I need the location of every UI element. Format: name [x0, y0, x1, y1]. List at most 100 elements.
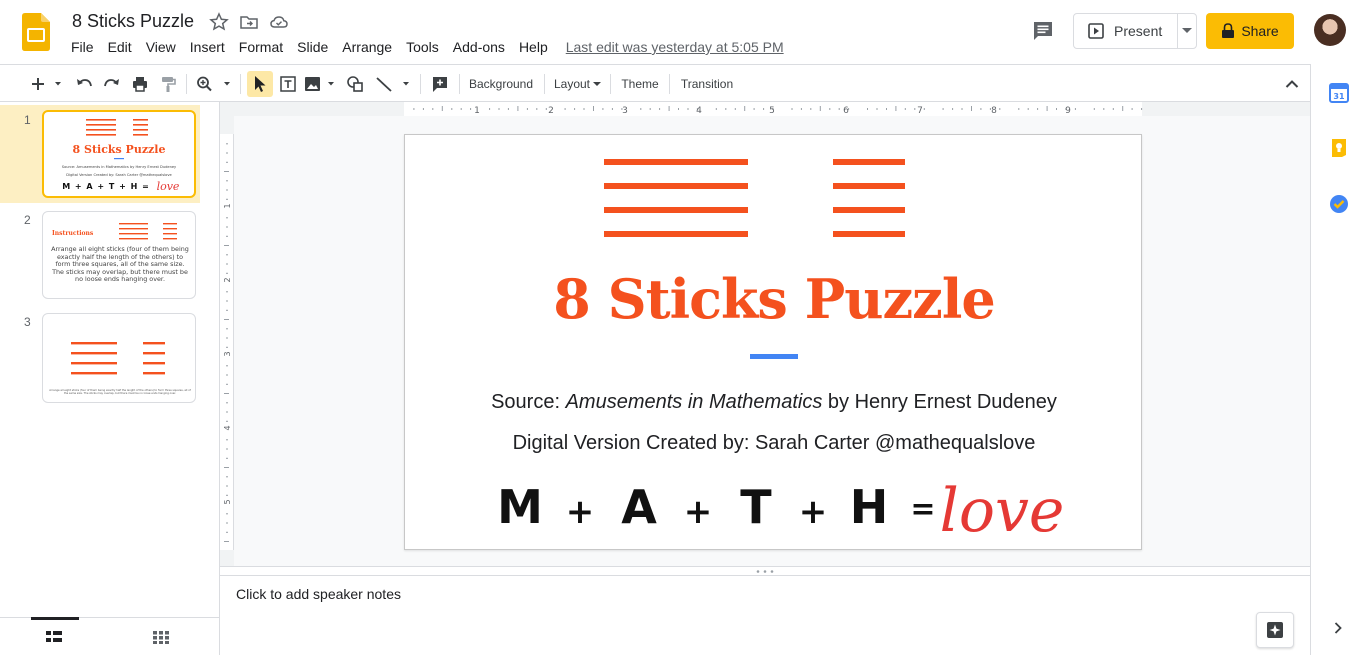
- ruler-label: 4: [223, 425, 232, 430]
- menu-help[interactable]: Help: [512, 37, 555, 57]
- speaker-notes-placeholder[interactable]: Click to add speaker notes: [236, 586, 401, 602]
- thumb-source: Source: Amusements in Mathematics by Hen…: [62, 165, 177, 169]
- insert-image-button[interactable]: [302, 71, 340, 97]
- ruler-tick: [470, 108, 472, 110]
- slide-source-text[interactable]: Source: Amusements in Mathematics by Hen…: [405, 391, 1143, 414]
- keep-icon[interactable]: [1328, 137, 1350, 159]
- filmstrip-slide-1[interactable]: 1 8 Sticks Puzzle Source: Amusements in …: [0, 105, 200, 203]
- svg-text:31: 31: [1333, 92, 1345, 101]
- menu-file[interactable]: File: [64, 37, 101, 57]
- ruler-tick: [1074, 108, 1076, 110]
- ruler-tick: [999, 108, 1001, 110]
- present-options-button[interactable]: [1178, 14, 1196, 48]
- sticks-graphic[interactable]: [405, 135, 1143, 255]
- filmstrip-slide-3[interactable]: 3 Arrange all eight sticks (four of them…: [0, 309, 200, 407]
- ruler-tick: [224, 245, 229, 246]
- redo-button[interactable]: [100, 71, 124, 97]
- plus-sign: +: [799, 492, 828, 532]
- slide-title[interactable]: 8 Sticks Puzzle: [405, 267, 1143, 331]
- transition-label: Transition: [680, 77, 734, 91]
- ruler-tick: [895, 106, 897, 111]
- thumb-heading: Instructions: [52, 230, 94, 237]
- tasks-icon[interactable]: [1328, 193, 1350, 215]
- vertical-ruler[interactable]: 1 2 3 4 5: [220, 116, 234, 566]
- print-button[interactable]: [128, 71, 152, 97]
- cloud-status-icon[interactable]: [269, 12, 289, 32]
- paint-format-button[interactable]: [156, 71, 180, 97]
- ruler-tick: [971, 106, 972, 111]
- source-prefix: Source:: [491, 391, 566, 413]
- background-button[interactable]: Background: [463, 71, 539, 97]
- ruler-tick: [489, 108, 491, 110]
- ruler-tick: [226, 439, 228, 441]
- ruler-tick: [715, 108, 717, 110]
- text-box-button[interactable]: [276, 71, 300, 97]
- undo-button[interactable]: [72, 71, 96, 97]
- plus-sign: +: [566, 492, 595, 532]
- ruler-tick: [725, 108, 727, 110]
- select-tool-button[interactable]: [247, 71, 273, 97]
- slide-thumbnail[interactable]: Instructions Arrange all eight sticks (f…: [42, 211, 196, 299]
- cursor-icon: [255, 76, 266, 92]
- menu-tools[interactable]: Tools: [399, 37, 446, 57]
- speaker-notes-panel[interactable]: Click to add speaker notes: [220, 576, 1310, 655]
- shape-button[interactable]: [342, 71, 368, 97]
- transition-button[interactable]: Transition: [675, 71, 739, 97]
- last-edit-link[interactable]: Last edit was yesterday at 5:05 PM: [566, 39, 784, 55]
- slide-filmstrip: 1 8 Sticks Puzzle Source: Amusements in …: [0, 102, 220, 617]
- ruler-label: 5: [223, 499, 232, 504]
- calendar-icon[interactable]: 31: [1328, 82, 1350, 104]
- ruler-tick: [1103, 108, 1105, 110]
- menu-insert[interactable]: Insert: [183, 37, 232, 57]
- line-button[interactable]: [372, 71, 416, 97]
- slide-credit-text[interactable]: Digital Version Created by: Sarah Carter…: [405, 432, 1143, 455]
- short-stick: [833, 159, 905, 165]
- ruler-tick: [226, 522, 228, 524]
- add-comment-button[interactable]: [427, 71, 453, 97]
- horizontal-ruler[interactable]: 1 2 3 4 5 6 7 8 9: [234, 102, 1310, 116]
- ruler-tick: [980, 108, 982, 110]
- layout-button[interactable]: Layout: [550, 71, 606, 97]
- math-equals-love-logo[interactable]: M + A + T + H = love: [405, 465, 1143, 549]
- comments-icon[interactable]: [1031, 19, 1055, 43]
- star-icon[interactable]: [209, 12, 229, 32]
- user-avatar[interactable]: [1314, 14, 1346, 46]
- short-stick: [833, 231, 905, 237]
- document-title[interactable]: 8 Sticks Puzzle: [72, 11, 194, 32]
- thumb-credit: Digital Version Created by: Sarah Carter…: [66, 173, 172, 177]
- menu-slide[interactable]: Slide: [290, 37, 335, 57]
- chevron-right-icon[interactable]: [1333, 621, 1343, 635]
- menu-format[interactable]: Format: [232, 37, 290, 57]
- slide-thumbnail[interactable]: 8 Sticks Puzzle Source: Amusements in Ma…: [42, 110, 196, 198]
- ruler-tick: [226, 161, 228, 163]
- menu-arrange[interactable]: Arrange: [335, 37, 399, 57]
- grid-view-icon[interactable]: [153, 630, 169, 644]
- explore-button[interactable]: [1256, 612, 1294, 648]
- filmstrip-slide-2[interactable]: 2 Instructions Arrange all eight sticks …: [0, 207, 200, 305]
- menu-add-ons[interactable]: Add-ons: [446, 37, 512, 57]
- ruler-tick: [923, 108, 925, 110]
- move-folder-icon[interactable]: [239, 12, 259, 32]
- new-slide-button[interactable]: [26, 71, 66, 97]
- ruler-tick: [226, 485, 228, 487]
- slide-thumbnail[interactable]: Arrange all eight sticks (four of them b…: [42, 313, 196, 403]
- notes-resize-handle[interactable]: [220, 566, 1310, 576]
- ruler-tick: [942, 108, 944, 110]
- explore-icon: [1267, 622, 1283, 638]
- ruler-tick: [224, 171, 229, 172]
- ruler-tick: [226, 254, 228, 256]
- present-button[interactable]: Present: [1074, 14, 1178, 48]
- ruler-tick: [659, 108, 661, 110]
- slides-logo-icon[interactable]: [22, 13, 50, 51]
- zoom-icon: [197, 76, 230, 92]
- zoom-button[interactable]: [194, 71, 236, 97]
- menu-view[interactable]: View: [139, 37, 183, 57]
- share-button[interactable]: Share: [1206, 13, 1294, 49]
- filmstrip-view-icon[interactable]: [46, 630, 62, 644]
- theme-button[interactable]: Theme: [616, 71, 664, 97]
- ruler-tick: [507, 108, 509, 110]
- collapse-toolbar-button[interactable]: [1280, 71, 1304, 97]
- current-slide[interactable]: 8 Sticks Puzzle Source: Amusements in Ma…: [404, 134, 1142, 550]
- menu-edit[interactable]: Edit: [101, 37, 139, 57]
- menu-bar: File Edit View Insert Format Slide Arran…: [64, 37, 784, 57]
